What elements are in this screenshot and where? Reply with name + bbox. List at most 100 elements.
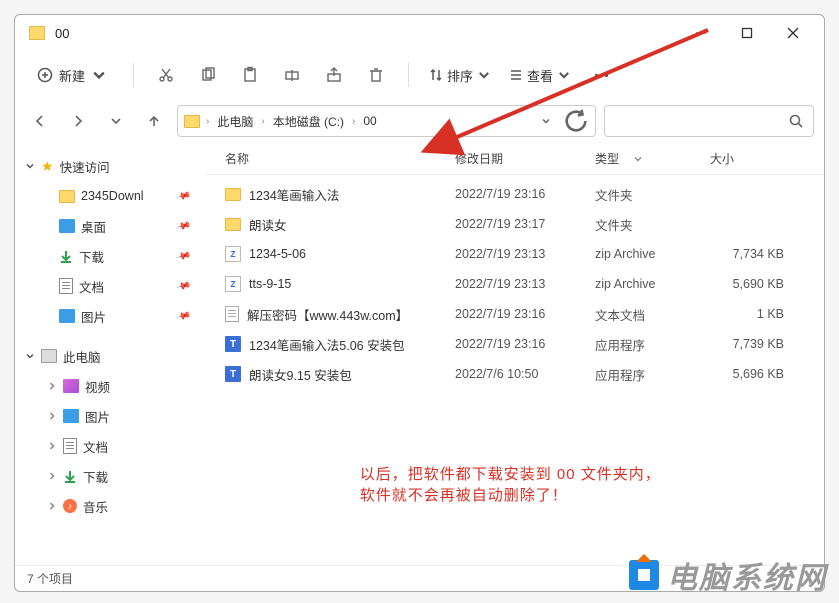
- video-icon: [63, 379, 79, 393]
- file-row[interactable]: 1234笔画输入法2022/7/19 23:16文件夹: [215, 179, 814, 209]
- file-date: 2022/7/19 23:13: [455, 277, 595, 291]
- search-icon: [789, 114, 803, 128]
- share-button[interactable]: [316, 59, 352, 91]
- sidebar-item-label: 桌面: [81, 217, 106, 236]
- pin-icon: 📌: [175, 248, 191, 264]
- zip-icon: [225, 276, 241, 292]
- app-icon: T: [225, 336, 241, 352]
- maximize-button[interactable]: [724, 15, 770, 51]
- minimize-button[interactable]: [678, 15, 724, 51]
- sidebar-item[interactable]: 文档: [21, 431, 199, 461]
- chevron-down-icon: [557, 68, 571, 82]
- star-icon: ★: [41, 158, 54, 175]
- sidebar-item[interactable]: ♪ 音乐: [21, 491, 199, 521]
- sidebar-item-label: 音乐: [83, 497, 108, 516]
- file-size: 5,696 KB: [710, 367, 814, 381]
- download-icon: [63, 469, 77, 483]
- view-button[interactable]: 查看: [503, 62, 577, 89]
- sidebar-item[interactable]: 下载 📌: [21, 241, 199, 271]
- file-row[interactable]: 1234-5-062022/7/19 23:13zip Archive7,734…: [215, 239, 814, 269]
- music-icon: ♪: [63, 499, 77, 513]
- download-icon: [59, 249, 73, 263]
- file-name: 朗读女: [249, 215, 287, 234]
- status-text: 7 个项目: [27, 570, 73, 587]
- toolbar: 新建 排序 查看: [15, 51, 824, 99]
- up-button[interactable]: [139, 106, 169, 136]
- view-label: 查看: [527, 66, 553, 85]
- rename-button[interactable]: [274, 59, 310, 91]
- column-name[interactable]: 名称: [215, 150, 455, 167]
- sidebar-item-label: 下载: [79, 247, 104, 266]
- sidebar-item[interactable]: 视频: [21, 371, 199, 401]
- crumb-separator: ›: [261, 116, 264, 127]
- copy-button[interactable]: [190, 59, 226, 91]
- file-date: 2022/7/6 10:50: [455, 367, 595, 381]
- file-name: 朗读女9.15 安装包: [249, 365, 352, 384]
- pin-icon: 📌: [175, 218, 191, 234]
- file-type: 文件夹: [595, 185, 710, 204]
- zip-icon: [225, 246, 241, 262]
- new-button[interactable]: 新建: [25, 62, 119, 89]
- sidebar-item[interactable]: 图片📌: [21, 301, 199, 331]
- folder-icon: [184, 115, 200, 128]
- titlebar: 00: [15, 15, 824, 51]
- column-type[interactable]: 类型: [595, 150, 710, 167]
- main-panel: 名称 修改日期 类型 大小 1234笔画输入法2022/7/19 23:16文件…: [205, 143, 824, 565]
- sidebar-label: 此电脑: [63, 347, 101, 366]
- sort-icon: [429, 68, 443, 82]
- chevron-right-icon: [47, 441, 57, 451]
- sidebar-label: 快速访问: [60, 157, 110, 176]
- breadcrumb-item[interactable]: 此电脑: [213, 111, 257, 132]
- breadcrumb-item[interactable]: 本地磁盘 (C:): [269, 111, 348, 132]
- file-row[interactable]: 朗读女2022/7/19 23:17文件夹: [215, 209, 814, 239]
- sidebar-item[interactable]: 文档 📌: [21, 271, 199, 301]
- file-size: 5,690 KB: [710, 277, 814, 291]
- nav-row: › 此电脑 › 本地磁盘 (C:) › 00: [15, 99, 824, 143]
- sidebar-item-label: 图片: [85, 407, 110, 426]
- sidebar-item-label: 文档: [79, 277, 104, 296]
- pin-icon: 📌: [175, 188, 191, 204]
- address-dropdown[interactable]: [533, 108, 559, 134]
- delete-button[interactable]: [358, 59, 394, 91]
- folder-icon: [225, 218, 241, 231]
- column-date[interactable]: 修改日期: [455, 150, 595, 167]
- file-date: 2022/7/19 23:16: [455, 307, 595, 321]
- sort-button[interactable]: 排序: [423, 62, 497, 89]
- forward-button[interactable]: [63, 106, 93, 136]
- sidebar-item[interactable]: 2345Downl 📌: [21, 181, 199, 211]
- file-row[interactable]: T朗读女9.15 安装包2022/7/6 10:50应用程序5,696 KB: [215, 359, 814, 389]
- file-size: 7,734 KB: [710, 247, 814, 261]
- crumb-separator: ›: [352, 116, 355, 127]
- recent-button[interactable]: [101, 106, 131, 136]
- divider: [408, 63, 409, 87]
- file-row[interactable]: 解压密码【www.443w.com】2022/7/19 23:16文本文档1 K…: [215, 299, 814, 329]
- file-row[interactable]: tts-9-152022/7/19 23:13zip Archive5,690 …: [215, 269, 814, 299]
- close-button[interactable]: [770, 15, 816, 51]
- more-button[interactable]: [583, 59, 619, 91]
- refresh-button[interactable]: [563, 108, 589, 134]
- file-row[interactable]: T1234笔画输入法5.06 安装包2022/7/19 23:16应用程序7,7…: [215, 329, 814, 359]
- file-date: 2022/7/19 23:16: [455, 187, 595, 201]
- sidebar-item[interactable]: 桌面 📌: [21, 211, 199, 241]
- pin-icon: 📌: [175, 278, 191, 294]
- sidebar-this-pc[interactable]: 此电脑: [21, 341, 199, 371]
- body: ★ 快速访问 2345Downl📌桌面📌下载📌文档📌图片📌 此电脑 视频图片文档…: [15, 143, 824, 565]
- address-bar[interactable]: › 此电脑 › 本地磁盘 (C:) › 00: [177, 105, 596, 137]
- sidebar-quick-access[interactable]: ★ 快速访问: [21, 151, 199, 181]
- file-name: tts-9-15: [249, 277, 291, 291]
- sidebar-item[interactable]: 图片: [21, 401, 199, 431]
- sidebar-item-label: 2345Downl: [81, 189, 144, 203]
- breadcrumb-item[interactable]: 00: [359, 112, 380, 130]
- sidebar-item[interactable]: 下载: [21, 461, 199, 491]
- column-size[interactable]: 大小: [710, 150, 814, 167]
- sidebar-item-label: 下载: [83, 467, 108, 486]
- search-box[interactable]: [604, 105, 814, 137]
- chevron-down-icon: [477, 68, 491, 82]
- chevron-down-icon: [91, 67, 107, 83]
- cut-button[interactable]: [148, 59, 184, 91]
- paste-button[interactable]: [232, 59, 268, 91]
- chevron-right-icon: [47, 501, 57, 511]
- pin-icon: 📌: [175, 308, 191, 324]
- back-button[interactable]: [25, 106, 55, 136]
- chevron-right-icon: [47, 381, 57, 391]
